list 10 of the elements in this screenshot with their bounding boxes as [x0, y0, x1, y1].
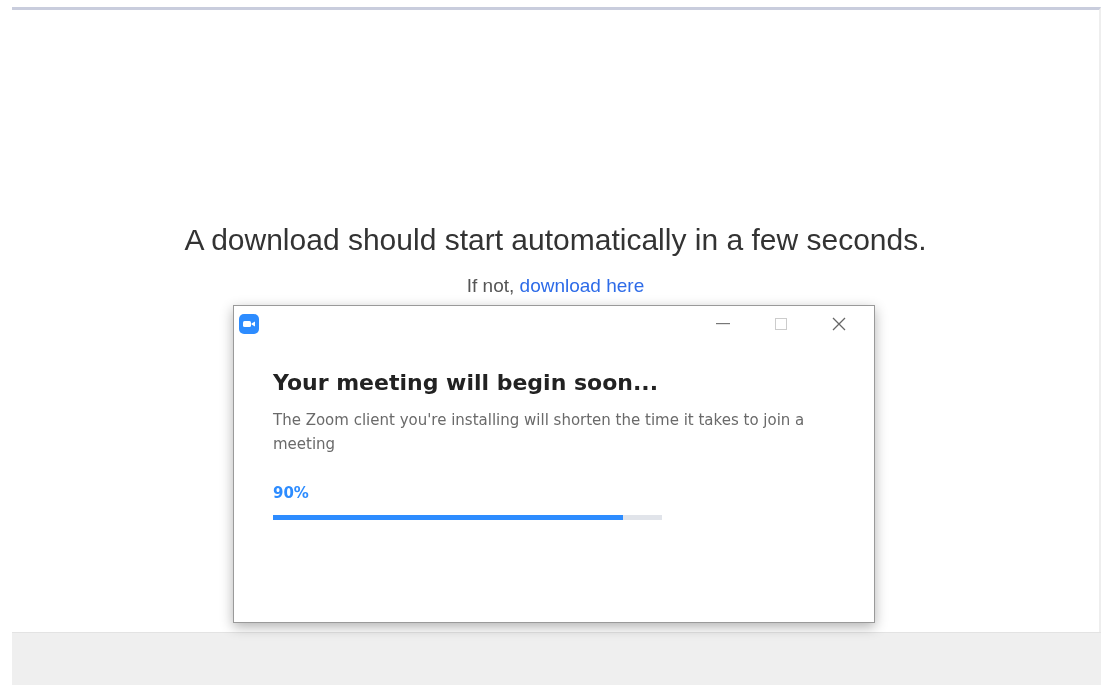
- minimize-icon: [716, 323, 730, 325]
- close-icon: [832, 317, 846, 331]
- camera-app-icon: [239, 314, 259, 334]
- download-link[interactable]: download here: [519, 275, 645, 296]
- dialog-title: Your meeting will begin soon...: [273, 370, 660, 397]
- maximize-icon: [775, 318, 787, 330]
- fallback-text: If not,: [466, 275, 515, 296]
- download-heading: A download should start automatically in a few seconds.: [183, 222, 928, 258]
- progress-percent: 90%: [273, 483, 310, 505]
- dialog-message: The Zoom client you're installing will shorten the time it takes to join a meeting: [273, 410, 806, 456]
